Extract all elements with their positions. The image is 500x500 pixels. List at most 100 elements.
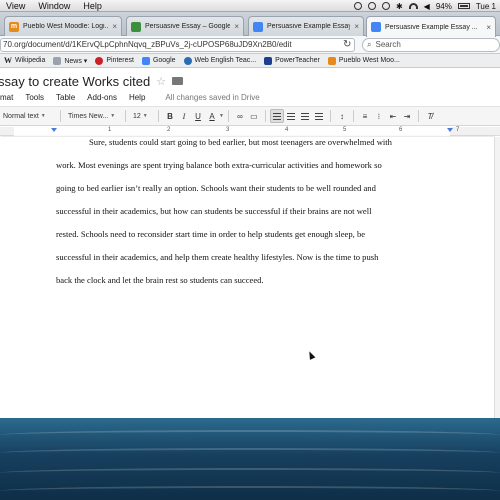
wave-decoration: [0, 430, 500, 440]
close-icon[interactable]: ×: [354, 22, 359, 31]
underline-icon[interactable]: U: [191, 109, 205, 123]
style-value: Normal text: [3, 112, 39, 120]
bookmark-label: News ▾: [64, 57, 88, 65]
desktop-wallpaper: [0, 418, 500, 500]
menu-tools[interactable]: Tools: [25, 93, 44, 102]
toolbar-divider: [352, 110, 354, 122]
wave-decoration: [0, 468, 500, 478]
italic-icon[interactable]: I: [177, 109, 191, 123]
volume-icon[interactable]: ◀: [424, 2, 430, 11]
moodle-icon: [327, 56, 336, 65]
battery-icon[interactable]: [457, 3, 470, 9]
bookmark-label: Wikipedia: [15, 57, 46, 64]
tab-0[interactable]: m Pueblo West Moodle: Logi... ×: [4, 16, 122, 36]
battery-percent: 94%: [435, 1, 452, 11]
bookmark-powerteacher[interactable]: PowerTeacher: [264, 56, 320, 65]
google-icon: [141, 56, 150, 65]
menu-help[interactable]: Help: [129, 93, 145, 102]
record-icon[interactable]: [353, 2, 362, 10]
clear-formatting-icon[interactable]: T̸: [423, 109, 437, 123]
font-value: Times New...: [68, 112, 109, 120]
wifi-icon[interactable]: [408, 3, 418, 9]
bluetooth-icon[interactable]: ✱: [396, 2, 403, 11]
doc-menu-bar: mat Tools Table Add-ons Help All changes…: [0, 90, 260, 104]
align-right-icon[interactable]: [298, 109, 312, 123]
bookmark-label: Google: [152, 57, 176, 64]
toolbar-divider: [158, 110, 159, 122]
formatting-toolbar: Normal text ▼ Times New... ▼ 12 ▼ B I U …: [0, 106, 500, 126]
address-toolbar: 70.org/document/d/1KErvQLpCphnNqvq_zBPuV…: [0, 36, 500, 54]
menu-help[interactable]: Help: [77, 1, 109, 11]
folder-icon[interactable]: [172, 77, 184, 85]
paragraph-line: back the clock and let the brain rest so…: [56, 275, 264, 285]
bookmark-pueblo-moodle[interactable]: Pueblo West Moo...: [327, 56, 400, 65]
close-icon[interactable]: ×: [486, 23, 491, 32]
font-size-select[interactable]: 12 ▼: [130, 109, 154, 123]
tab-3-label: Persuasive Example Essay ...: [385, 23, 478, 31]
menu-view[interactable]: View: [0, 1, 32, 11]
chevron-down-icon: ▼: [110, 113, 116, 119]
bookmark-news[interactable]: News ▾: [53, 56, 88, 65]
paragraph-line: successful in their academics, but how c…: [56, 206, 372, 216]
tab-2-label: Persuasive Example Essay ...: [267, 23, 351, 30]
indent-marker[interactable]: [51, 128, 57, 132]
font-select[interactable]: Times New... ▼: [65, 109, 121, 123]
url-field[interactable]: 70.org/document/d/1KErvQLpCphnNqvq_zBPuV…: [0, 38, 355, 52]
star-icon[interactable]: ☆: [156, 75, 166, 88]
timemachine-icon[interactable]: [381, 2, 390, 10]
decrease-indent-icon[interactable]: ⇤: [386, 109, 400, 123]
ruler-number: 5: [343, 127, 347, 133]
right-margin-marker[interactable]: [447, 128, 453, 132]
menu-addons[interactable]: Add-ons: [87, 93, 117, 102]
bookmark-label: Pinterest: [106, 57, 134, 64]
bulleted-list-icon[interactable]: ⁝: [372, 109, 386, 123]
bookmark-label: PowerTeacher: [275, 57, 320, 64]
close-icon[interactable]: ×: [112, 22, 117, 31]
clock[interactable]: Tue 1: [476, 2, 496, 11]
bookmarks-bar: W Wikipedia News ▾ Pinterest Google Web …: [0, 54, 500, 68]
wave-decoration: [0, 486, 500, 496]
search-field[interactable]: ⌕ Search: [362, 38, 500, 52]
chevron-down-icon[interactable]: ▼: [219, 113, 224, 119]
ruler-number: 1: [108, 127, 112, 133]
close-icon[interactable]: ×: [234, 22, 239, 31]
menubar-status: ✱ ◀ 94% Tue 1: [353, 0, 500, 12]
tab-1[interactable]: Persuasive Essay – Google... ×: [126, 16, 244, 36]
tab-2[interactable]: Persuasive Example Essay ... ×: [248, 16, 364, 36]
bookmark-pinterest[interactable]: Pinterest: [95, 56, 134, 65]
comment-icon[interactable]: ▭: [247, 109, 261, 123]
text-color-icon[interactable]: A: [205, 109, 219, 123]
doc-title[interactable]: ssay to create Works cited: [0, 74, 150, 89]
bookmark-label: Web English Teac...: [194, 57, 257, 64]
document-canvas: Sure, students could start going to bed …: [0, 137, 500, 418]
bookmark-wikipedia[interactable]: W Wikipedia: [4, 56, 45, 65]
ruler-number: 3: [226, 127, 230, 133]
line-spacing-icon[interactable]: ↕: [335, 109, 349, 123]
align-justify-icon[interactable]: [312, 109, 326, 123]
search-icon: ⌕: [367, 40, 372, 49]
increase-indent-icon[interactable]: ⇥: [400, 109, 414, 123]
toolbar-divider: [417, 110, 419, 122]
document-page[interactable]: Sure, students could start going to bed …: [0, 137, 494, 418]
bookmark-web-english[interactable]: Web English Teac...: [183, 56, 257, 65]
style-select[interactable]: Normal text ▼: [0, 109, 56, 123]
align-center-icon[interactable]: [284, 109, 298, 123]
bold-icon[interactable]: B: [163, 109, 177, 123]
ruler-number: 2: [167, 127, 171, 133]
bookmark-google[interactable]: Google: [141, 56, 176, 65]
link-icon[interactable]: ∞: [233, 109, 247, 123]
reload-icon[interactable]: ↻: [343, 39, 351, 50]
google-drive-icon: [131, 21, 141, 32]
menu-table[interactable]: Table: [56, 93, 75, 102]
numbered-list-icon[interactable]: ≡: [358, 109, 372, 123]
bookmark-label: Pueblo West Moo...: [338, 57, 400, 64]
ruler[interactable]: 1 2 3 4 5 6 7: [0, 127, 500, 136]
vertical-scrollbar[interactable]: [494, 137, 500, 418]
menu-window[interactable]: Window: [32, 1, 77, 11]
menu-format[interactable]: mat: [0, 93, 13, 102]
moodle-icon: m: [9, 21, 19, 32]
tab-3-active[interactable]: Persuasive Example Essay ... ×: [366, 16, 496, 37]
sync-icon[interactable]: [367, 2, 376, 10]
doc-title-row: ssay to create Works cited ☆: [0, 72, 184, 90]
align-left-icon[interactable]: [269, 109, 284, 123]
